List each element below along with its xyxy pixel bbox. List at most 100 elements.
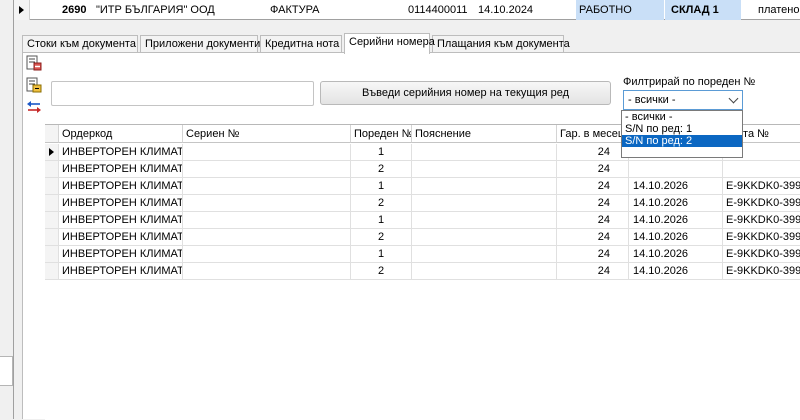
tab-serial-numbers[interactable]: Серийни номера [344,33,435,54]
cell-note[interactable] [412,246,557,263]
filter-options-list[interactable]: - всички - S/N по ред: 1 S/N по ред: 2 [621,110,743,158]
cell-card[interactable]: E-9KKDK0-39932 [723,195,800,212]
cell-note[interactable] [412,178,557,195]
cell-note[interactable] [412,161,557,178]
company-name: "ИТР БЪЛГАРИЯ" ООД [96,4,215,16]
filter-option-seq-1[interactable]: S/N по ред: 1 [622,123,742,135]
cell-serial[interactable] [183,246,351,263]
cell-date[interactable]: 14.10.2026 [629,246,723,263]
cell-seq[interactable]: 1 [351,178,412,195]
row-indicator[interactable] [45,229,59,246]
filter-option-seq-2[interactable]: S/N по ред: 2 [622,135,742,147]
table-row[interactable]: ИНВЕРТОРЕН КЛИМАТИК \ 1 2414.10.2026E-9KKD… [45,246,800,263]
status-badge: РАБОТНО [576,0,664,20]
col-header-ordercode[interactable]: Ордеркод [59,125,183,143]
row-indicator[interactable] [45,212,59,229]
enter-serial-button[interactable]: Въведи серийния номер на текущия ред [320,81,611,105]
cell-card[interactable]: E-9KKDK0-39932 [723,229,800,246]
cell-warranty[interactable]: 24 [557,178,629,195]
row-indicator[interactable] [45,195,59,212]
row-indicator[interactable] [45,144,59,161]
table-row[interactable]: ИНВЕРТОРЕН КЛИМАТИК \ 2 2414.10.2026E-9KKD… [45,229,800,246]
cell-note[interactable] [412,195,557,212]
cell-date[interactable]: 14.10.2026 [629,229,723,246]
tab-credit-note[interactable]: Кредитна нота [260,35,342,53]
cell-warranty[interactable]: 24 [557,229,629,246]
cell-note[interactable] [412,263,557,280]
doc-date: 14.10.2024 [478,4,534,16]
cell-serial[interactable] [183,195,351,212]
filter-option-all[interactable]: - всички - [622,111,742,123]
cell-ordercode[interactable]: ИНВЕРТОРЕН КЛИМАТИК \ [59,246,183,263]
col-header-warranty[interactable]: Гар. в месеци [557,125,629,143]
cell-warranty[interactable]: 24 [557,195,629,212]
chevron-down-icon[interactable] [728,93,739,104]
left-side-panel [0,0,14,419]
cell-seq[interactable]: 2 [351,229,412,246]
document-header-row[interactable]: 2690 "ИТР БЪЛГАРИЯ" ООД ФАКТУРА 01144000… [14,0,800,20]
table-row[interactable]: ИНВЕРТОРЕН КЛИМАТИК \ 2 2414.10.2026E-9KKD… [45,263,800,280]
cell-date[interactable]: 14.10.2026 [629,263,723,280]
table-row[interactable]: ИНВЕРТОРЕН КЛИМАТИК \ 2 24 [45,161,800,178]
serial-edit-icon[interactable] [26,55,42,71]
cell-warranty[interactable]: 24 [557,212,629,229]
cell-serial[interactable] [183,161,351,178]
cell-ordercode[interactable]: ИНВЕРТОРЕН КЛИМАТИК \ [59,229,183,246]
cell-card[interactable] [723,161,800,178]
row-indicator[interactable] [45,178,59,195]
cell-warranty[interactable]: 24 [557,161,629,178]
cell-ordercode[interactable]: ИНВЕРТОРЕН КЛИМАТИК \ [59,178,183,195]
filter-dropdown[interactable]: - всички - [623,90,743,110]
cell-serial[interactable] [183,178,351,195]
cell-serial[interactable] [183,229,351,246]
col-header-serial[interactable]: Сериен № [183,125,351,143]
cell-seq[interactable]: 1 [351,246,412,263]
cell-seq[interactable]: 2 [351,263,412,280]
cell-ordercode[interactable]: ИНВЕРТОРЕН КЛИМАТИК \ [59,212,183,229]
serial-import-icon[interactable] [26,77,42,93]
cell-warranty[interactable]: 24 [557,144,629,161]
serial-number-input[interactable] [51,81,314,106]
doc-number: 2690 [62,4,87,16]
row-indicator[interactable] [45,161,59,178]
cell-warranty[interactable]: 24 [557,246,629,263]
table-row[interactable]: ИНВЕРТОРЕН КЛИМАТИК \ 1 2414.10.2026E-9KKD… [45,212,800,229]
table-row[interactable]: ИНВЕРТОРЕН КЛИМАТИК \ 1 2414.10.2026E-9KKD… [45,178,800,195]
cell-note[interactable] [412,144,557,161]
cell-date[interactable]: 14.10.2026 [629,195,723,212]
cell-serial[interactable] [183,212,351,229]
tab-payments[interactable]: Плащания към документа [432,35,570,53]
row-indicator[interactable] [45,246,59,263]
tab-goods[interactable]: Стоки към документа [22,35,138,53]
col-header-note[interactable]: Пояснение [412,125,557,143]
serial-numbers-grid[interactable]: Ордеркод Сериен № Пореден № Пояснение Га… [45,124,800,420]
cell-seq[interactable]: 1 [351,144,412,161]
col-header-seq[interactable]: Пореден № [351,125,412,143]
cell-ordercode[interactable]: ИНВЕРТОРЕН КЛИМАТИК \ [59,195,183,212]
cell-serial[interactable] [183,263,351,280]
cell-seq[interactable]: 1 [351,212,412,229]
tab-attached-documents[interactable]: Приложени документи [140,35,260,53]
cell-card[interactable]: E-9KKDK0-39932 [723,178,800,195]
table-row[interactable]: ИНВЕРТОРЕН КЛИМАТИК \ 2 2414.10.2026E-9KKD… [45,195,800,212]
cell-seq[interactable]: 2 [351,161,412,178]
cell-card[interactable]: E-9KKDK0-39932 [723,212,800,229]
cell-date[interactable]: 14.10.2026 [629,212,723,229]
cell-card[interactable]: E-9KKDK0-39932 [723,263,800,280]
left-panel-field[interactable] [0,356,13,386]
row-indicator[interactable] [45,263,59,280]
cell-ordercode[interactable]: ИНВЕРТОРЕН КЛИМАТИК \ [59,263,183,280]
cell-note[interactable] [412,212,557,229]
cell-warranty[interactable]: 24 [557,263,629,280]
cell-date[interactable]: 14.10.2026 [629,178,723,195]
warehouse: СКЛАД 1 [665,0,741,20]
filter-selected-value: - всички - [628,94,676,106]
cell-card[interactable]: E-9KKDK0-39932 [723,246,800,263]
transfer-arrows-icon[interactable] [26,99,42,115]
cell-note[interactable] [412,229,557,246]
cell-ordercode[interactable]: ИНВЕРТОРЕН КЛИМАТИК \ [59,144,183,161]
cell-date[interactable] [629,161,723,178]
cell-serial[interactable] [183,144,351,161]
cell-seq[interactable]: 2 [351,195,412,212]
cell-ordercode[interactable]: ИНВЕРТОРЕН КЛИМАТИК \ [59,161,183,178]
